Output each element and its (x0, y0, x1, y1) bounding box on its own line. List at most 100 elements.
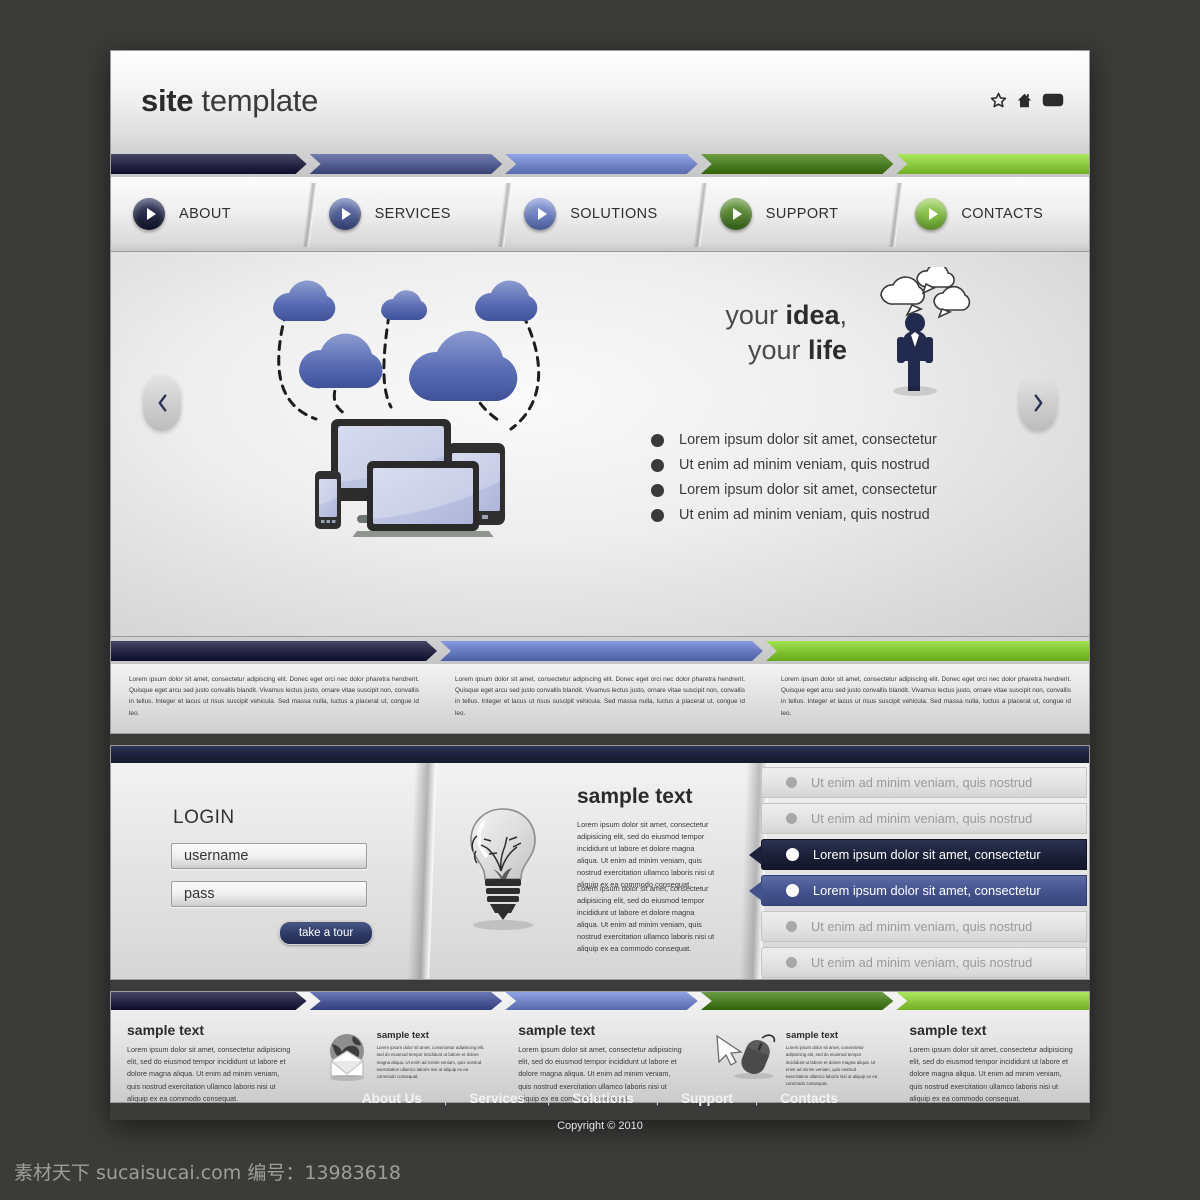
password-input[interactable]: pass (171, 881, 367, 907)
info-column: Lorem ipsum dolor sit amet, consectetur … (437, 664, 763, 733)
feature-list-panel: Ut enim ad minim veniam, quis nostrud Ut … (749, 763, 1087, 979)
username-input[interactable]: username (171, 843, 367, 869)
header-icon-group (990, 92, 1064, 109)
ribbon-segment (502, 992, 698, 1010)
screen-icon[interactable] (1042, 92, 1064, 109)
hero-bullet-item: Lorem ipsum dolor sit amet, consectetur (651, 432, 937, 448)
feature-list-item[interactable]: Lorem ipsum dolor sit amet, consectetur (749, 875, 1087, 906)
mouse-cursor-icon (716, 1034, 775, 1079)
feature-list-item[interactable]: Lorem ipsum dolor sit amet, consectetur (749, 839, 1087, 870)
home-icon[interactable] (1016, 92, 1033, 109)
play-icon (133, 198, 165, 230)
header-arrow-ribbon (111, 154, 1089, 174)
play-icon (524, 198, 557, 230)
footer-column-paragraph: Lorem ipsum dolor sit amet, consectetur … (785, 1045, 878, 1087)
login-title: LOGIN (173, 807, 235, 828)
nav-item-services[interactable]: SERVICES (307, 177, 503, 251)
feature-list-item[interactable]: Ut enim ad minim veniam, quis nostrud (761, 767, 1087, 798)
footer-column-title: sample text (376, 1030, 429, 1041)
globe-envelope-icon (323, 1030, 371, 1087)
header-ribbon (110, 150, 1090, 177)
nav-item-solutions[interactable]: SOLUTIONS (502, 177, 698, 251)
hero-bullet-label: Ut enim ad minim veniam, quis nostrud (679, 507, 930, 523)
logo-light: template (193, 82, 319, 118)
nav-item-label: SERVICES (374, 206, 451, 222)
nav-item-support[interactable]: SUPPORT (698, 177, 894, 251)
bottom-navigation: About Us | Services | Solutions | Support | Cont… (0, 1090, 1200, 1132)
footer-column-title: sample text (785, 1030, 839, 1041)
hero-heading-line2: your life (647, 333, 847, 368)
bottom-nav-link-contacts[interactable]: Contacts (758, 1091, 860, 1106)
bottom-nav-link-solutions[interactable]: Solutions (550, 1091, 656, 1106)
ribbon-segment (307, 992, 503, 1010)
ribbon-segment (698, 992, 894, 1010)
hero-heading-line2-bold: life (807, 334, 847, 365)
bottom-nav-link-support[interactable]: Support (659, 1091, 755, 1106)
hero-prev-button[interactable] (143, 375, 181, 431)
sample-paragraph-2: Lorem ipsum dolor sit amet, consectetur … (577, 884, 715, 953)
info-column: Lorem ipsum dolor sit amet, consectetur … (111, 664, 437, 733)
feature-list-item[interactable]: Ut enim ad minim veniam, quis nostrud (761, 947, 1087, 978)
mouse-cursor-icon (714, 1030, 780, 1085)
hero-heading-comma: , (839, 300, 847, 330)
footer-column: sample text Lorem ipsum dolor sit amet, c… (502, 1010, 698, 1103)
sample-text-title: sample text (577, 785, 693, 808)
take-a-tour-button[interactable]: take a tour (279, 921, 373, 945)
ribbon-segment (437, 641, 763, 661)
hero-bullet-label: Lorem ipsum dolor sit amet, consectetur (679, 482, 937, 498)
footer-column: sample text Lorem ipsum dolor sit amet, c… (893, 1010, 1089, 1103)
nav-item-label: ABOUT (179, 206, 231, 222)
hero-slider: your idea, your life Lorem ipsum dolor s… (110, 252, 1090, 637)
bullet-dot (651, 483, 664, 497)
logo-bold: site (141, 82, 194, 118)
ribbon-segment (893, 992, 1089, 1010)
bottom-nav-link-about-us[interactable]: About Us (340, 1091, 444, 1106)
hero-next-button[interactable] (1019, 375, 1057, 431)
info-strip: Lorem ipsum dolor sit amet, consectetur … (110, 664, 1090, 734)
ribbon-segment (111, 641, 437, 661)
list-item-dot (786, 921, 797, 932)
hero-bullet-item: Ut enim ad minim veniam, quis nostrud (651, 457, 937, 473)
bottom-nav-link-services[interactable]: Services (447, 1091, 547, 1106)
list-item-dot (786, 957, 797, 968)
mid-section-header-bar (111, 746, 1089, 763)
nav-item-label: CONTACTS (961, 206, 1044, 222)
hero-bullet-label: Ut enim ad minim veniam, quis nostrud (679, 457, 930, 473)
star-icon[interactable] (990, 92, 1007, 109)
footer-column-title: sample text (518, 1022, 596, 1038)
list-item-label: Ut enim ad minim veniam, quis nostrud (811, 955, 1033, 970)
footer-columns: sample text Lorem ipsum dolor sit amet, c… (111, 1010, 1089, 1103)
ribbon-segment (502, 154, 698, 174)
login-panel: LOGIN username pass take a tour (111, 763, 437, 979)
footer-column: sample text Lorem ipsum dolor sit amet, c… (111, 1010, 307, 1103)
bullet-dot (651, 508, 664, 522)
hero-bullet-list: Lorem ipsum dolor sit amet, consectetur U… (651, 432, 937, 532)
list-item-label: Lorem ipsum dolor sit amet, consectetur (813, 883, 1041, 898)
footer-columns-section: sample text Lorem ipsum dolor sit amet, c… (110, 991, 1090, 1103)
info-paragraph: Lorem ipsum dolor sit amet, consectetur … (781, 676, 1071, 717)
site-logo[interactable]: site template (141, 83, 318, 119)
footer-arrow-ribbon (111, 992, 1089, 1010)
list-item-label: Lorem ipsum dolor sit amet, consectetur (813, 847, 1041, 862)
copyright-text: Copyright © 2010 (557, 1120, 643, 1132)
list-item-label: Ut enim ad minim veniam, quis nostrud (811, 775, 1033, 790)
main-navigation: ABOUT SERVICES SOLUTIONS SUPPORT CONTACTS (110, 177, 1090, 252)
page-header: site template (110, 50, 1090, 150)
feature-list-item[interactable]: Ut enim ad minim veniam, quis nostrud (761, 803, 1087, 834)
nav-item-contacts[interactable]: CONTACTS (893, 177, 1089, 251)
chevron-right-icon (1034, 394, 1042, 412)
ribbon-segment (111, 154, 307, 174)
feature-list: Ut enim ad minim veniam, quis nostrud Ut … (749, 763, 1087, 978)
list-item-label: Ut enim ad minim veniam, quis nostrud (811, 919, 1033, 934)
bottom-nav-links: About Us | Services | Solutions | Support | Cont… (340, 1091, 860, 1106)
nav-item-about[interactable]: ABOUT (111, 177, 307, 251)
chevron-left-icon (158, 394, 166, 412)
hero-bullet-item: Lorem ipsum dolor sit amet, consectetur (651, 482, 937, 498)
feature-list-item[interactable]: Ut enim ad minim veniam, quis nostrud (761, 911, 1087, 942)
hero-heading-line1: your idea, (647, 298, 847, 333)
bullet-dot (651, 458, 664, 472)
list-item-dot (786, 813, 797, 824)
list-item-dot (786, 884, 799, 897)
list-item-dot (786, 777, 797, 788)
info-paragraph: Lorem ipsum dolor sit amet, consectetur … (129, 676, 419, 717)
